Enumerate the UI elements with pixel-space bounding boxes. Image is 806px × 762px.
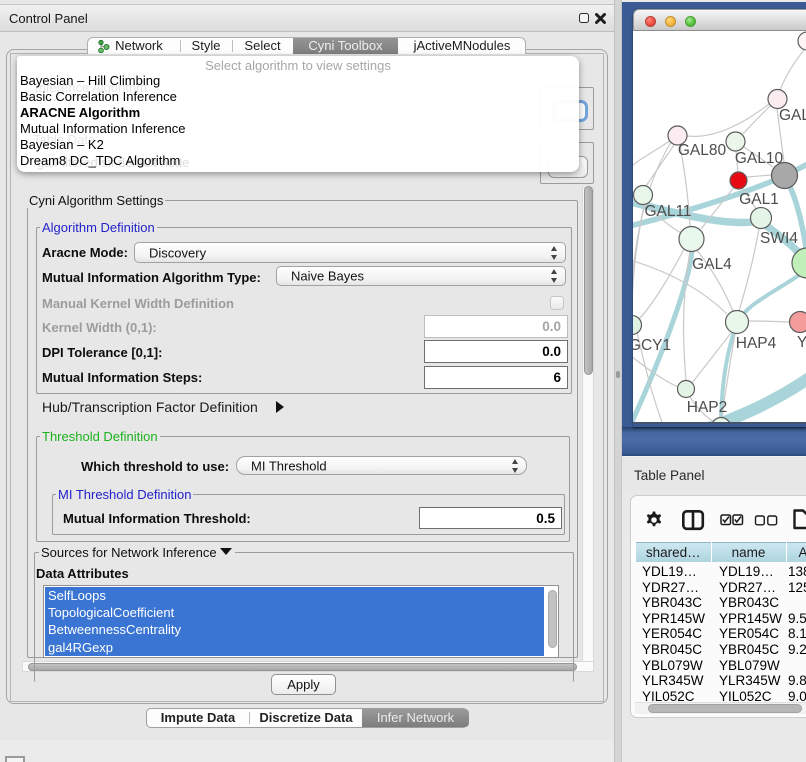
svg-text:HAP2: HAP2 — [687, 399, 728, 416]
svg-text:GAL10: GAL10 — [735, 150, 784, 167]
svg-text:HAP4: HAP4 — [736, 335, 777, 352]
svg-text:GAL80: GAL80 — [678, 142, 727, 159]
svg-text:SWI4: SWI4 — [760, 230, 798, 247]
svg-text:GAL1: GAL1 — [739, 191, 779, 208]
svg-text:GAL4: GAL4 — [692, 256, 732, 273]
svg-text:GCY1: GCY1 — [633, 337, 671, 354]
svg-text:GAL11: GAL11 — [644, 203, 691, 220]
svg-text:GAL2: GAL2 — [779, 107, 806, 124]
svg-text:Y: Y — [797, 334, 806, 351]
